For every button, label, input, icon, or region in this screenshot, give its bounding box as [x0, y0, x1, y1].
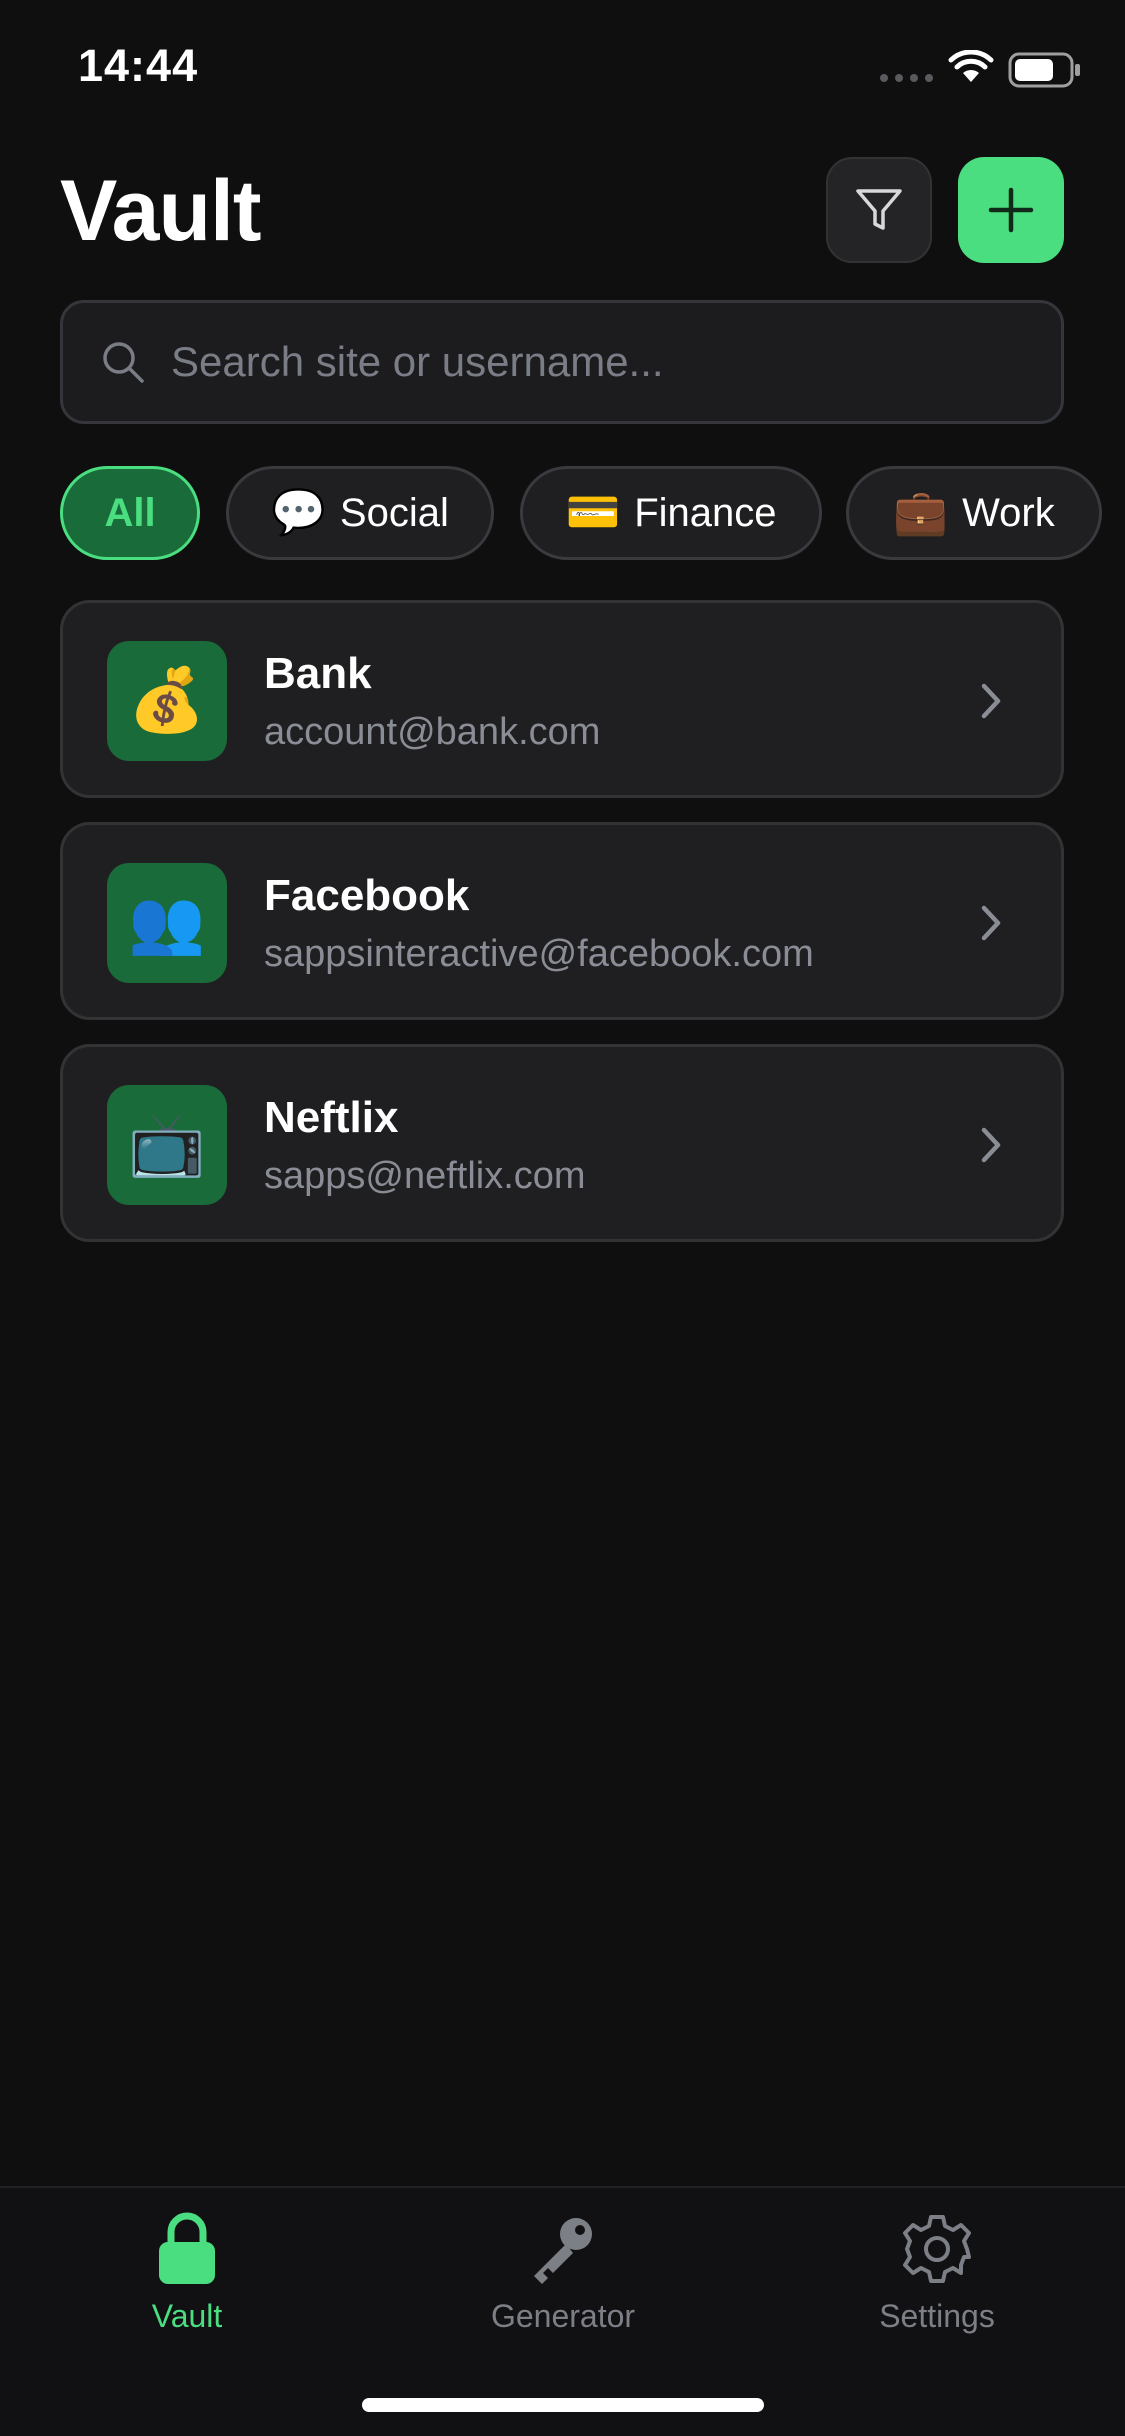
chevron-right-icon [981, 905, 1001, 941]
chip-social[interactable]: 💬 Social [226, 466, 494, 560]
chip-label: Finance [634, 490, 777, 535]
tab-settings[interactable]: Settings [812, 2212, 1062, 2335]
page-title: Vault [60, 163, 262, 259]
filter-icon [856, 189, 902, 230]
search-input[interactable] [171, 338, 1031, 386]
home-indicator[interactable] [362, 2398, 764, 2412]
account-username: account@bank.com [264, 711, 601, 753]
chevron-right-icon [981, 683, 1001, 719]
account-item-facebook[interactable]: 👥 Facebook sappsinteractive@facebook.com [60, 822, 1064, 1020]
tab-generator[interactable]: Generator [438, 2212, 688, 2335]
lock-icon [159, 2212, 215, 2284]
add-button[interactable] [958, 157, 1064, 263]
chip-label: Work [962, 490, 1055, 535]
chevron-right-icon [981, 1127, 1001, 1163]
cellular-signal-icon [880, 74, 933, 82]
key-icon [534, 2218, 592, 2284]
gear-icon [903, 2215, 971, 2283]
people-icon: 👥 [107, 863, 227, 983]
tab-label: Settings [879, 2298, 995, 2334]
account-item-neftlix[interactable]: 📺 Neftlix sapps@neftlix.com [60, 1044, 1064, 1242]
plus-icon [988, 187, 1034, 233]
account-list: 💰 Bank account@bank.com 👥 Facebook sapps… [60, 600, 1064, 1266]
vault-screen: 14:44 Vault Search site or username... A… [0, 0, 1125, 2436]
chip-work[interactable]: 💼 Work [846, 466, 1102, 560]
account-name: Neftlix [264, 1093, 399, 1142]
tab-label: Vault [151, 2298, 223, 2334]
chip-label: All [104, 490, 156, 535]
account-item-bank[interactable]: 💰 Bank account@bank.com [60, 600, 1064, 798]
tab-vault[interactable]: Vault [62, 2212, 312, 2335]
status-time: 14:44 [78, 40, 199, 91]
chip-finance[interactable]: 💳 Finance [520, 466, 822, 560]
account-name: Bank [264, 649, 372, 698]
television-icon: 📺 [107, 1085, 227, 1205]
briefcase-icon: 💼 [893, 488, 949, 537]
account-username: sapps@neftlix.com [264, 1155, 586, 1197]
money-bag-icon: 💰 [107, 641, 227, 761]
search-box[interactable] [60, 300, 1064, 424]
speech-bubble-icon: 💬 [271, 488, 326, 537]
credit-card-icon: 💳 [565, 488, 621, 537]
chip-label: Social [339, 490, 449, 535]
filter-button[interactable] [826, 157, 932, 263]
wifi-icon [948, 50, 994, 82]
search-icon [103, 342, 144, 383]
tab-label: Generator [490, 2298, 636, 2334]
battery-icon [1008, 52, 1080, 88]
chip-all[interactable]: All [60, 466, 200, 560]
category-filter-chips: All 💬 Social 💳 Finance 💼 Work [60, 466, 1125, 562]
account-name: Facebook [264, 871, 470, 920]
status-bar: 14:44 [0, 0, 1125, 130]
account-username: sappsinteractive@facebook.com [264, 933, 814, 975]
